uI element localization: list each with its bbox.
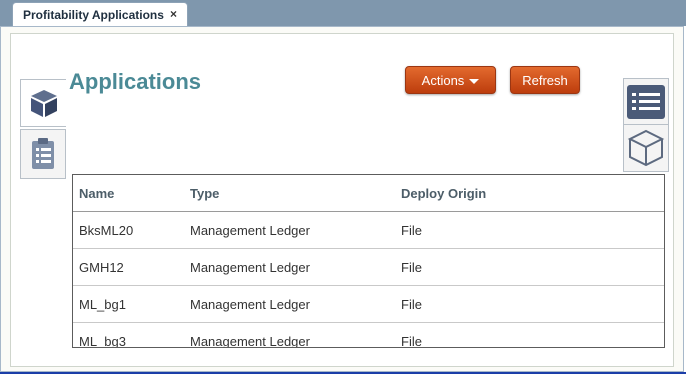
cell-type: Management Ledger xyxy=(190,223,310,238)
cube-outline-icon xyxy=(627,129,665,167)
close-icon[interactable]: × xyxy=(170,7,177,21)
applications-cube-icon xyxy=(30,90,57,117)
table-row[interactable]: BksML20 Management Ledger File xyxy=(73,212,664,249)
column-header-deploy-origin[interactable]: Deploy Origin xyxy=(401,175,486,212)
cell-deploy-origin: File xyxy=(401,260,422,275)
side-tab-list-view[interactable] xyxy=(623,78,669,126)
page-title: Applications xyxy=(69,69,202,94)
cell-name: ML_bg3 xyxy=(79,334,126,348)
refresh-button[interactable]: Refresh xyxy=(510,66,580,94)
side-tab-clipboard[interactable] xyxy=(20,129,66,179)
cell-name: BksML20 xyxy=(79,223,134,238)
cell-deploy-origin: File xyxy=(401,334,422,348)
table-header: Name Type Deploy Origin xyxy=(73,175,664,212)
cell-type: Management Ledger xyxy=(190,297,310,312)
tab-profitability-applications[interactable]: Profitability Applications × xyxy=(12,2,188,26)
column-header-type[interactable]: Type xyxy=(190,175,219,212)
applications-table: Name Type Deploy Origin BksML20 Manageme… xyxy=(72,174,665,348)
table-row[interactable]: GMH12 Management Ledger File xyxy=(73,249,664,286)
chevron-down-icon xyxy=(469,78,480,84)
table-row[interactable]: ML_bg3 Management Ledger File xyxy=(73,323,664,348)
table-row[interactable]: ML_bg1 Management Ledger File xyxy=(73,286,664,323)
cell-name: GMH12 xyxy=(79,260,124,275)
cell-type: Management Ledger xyxy=(190,334,310,348)
tab-label: Profitability Applications xyxy=(23,7,164,22)
side-tab-cube-outline[interactable] xyxy=(623,124,669,172)
cell-deploy-origin: File xyxy=(401,223,422,238)
cell-name: ML_bg1 xyxy=(79,297,126,312)
clipboard-icon xyxy=(32,138,54,169)
actions-button-label: Actions xyxy=(421,72,465,88)
actions-button[interactable]: Actions xyxy=(405,66,496,94)
list-view-icon xyxy=(627,85,665,119)
column-header-name[interactable]: Name xyxy=(79,175,114,212)
cell-type: Management Ledger xyxy=(190,260,310,275)
side-tab-applications[interactable] xyxy=(20,79,66,127)
bottom-border xyxy=(0,372,686,374)
cell-deploy-origin: File xyxy=(401,297,422,312)
